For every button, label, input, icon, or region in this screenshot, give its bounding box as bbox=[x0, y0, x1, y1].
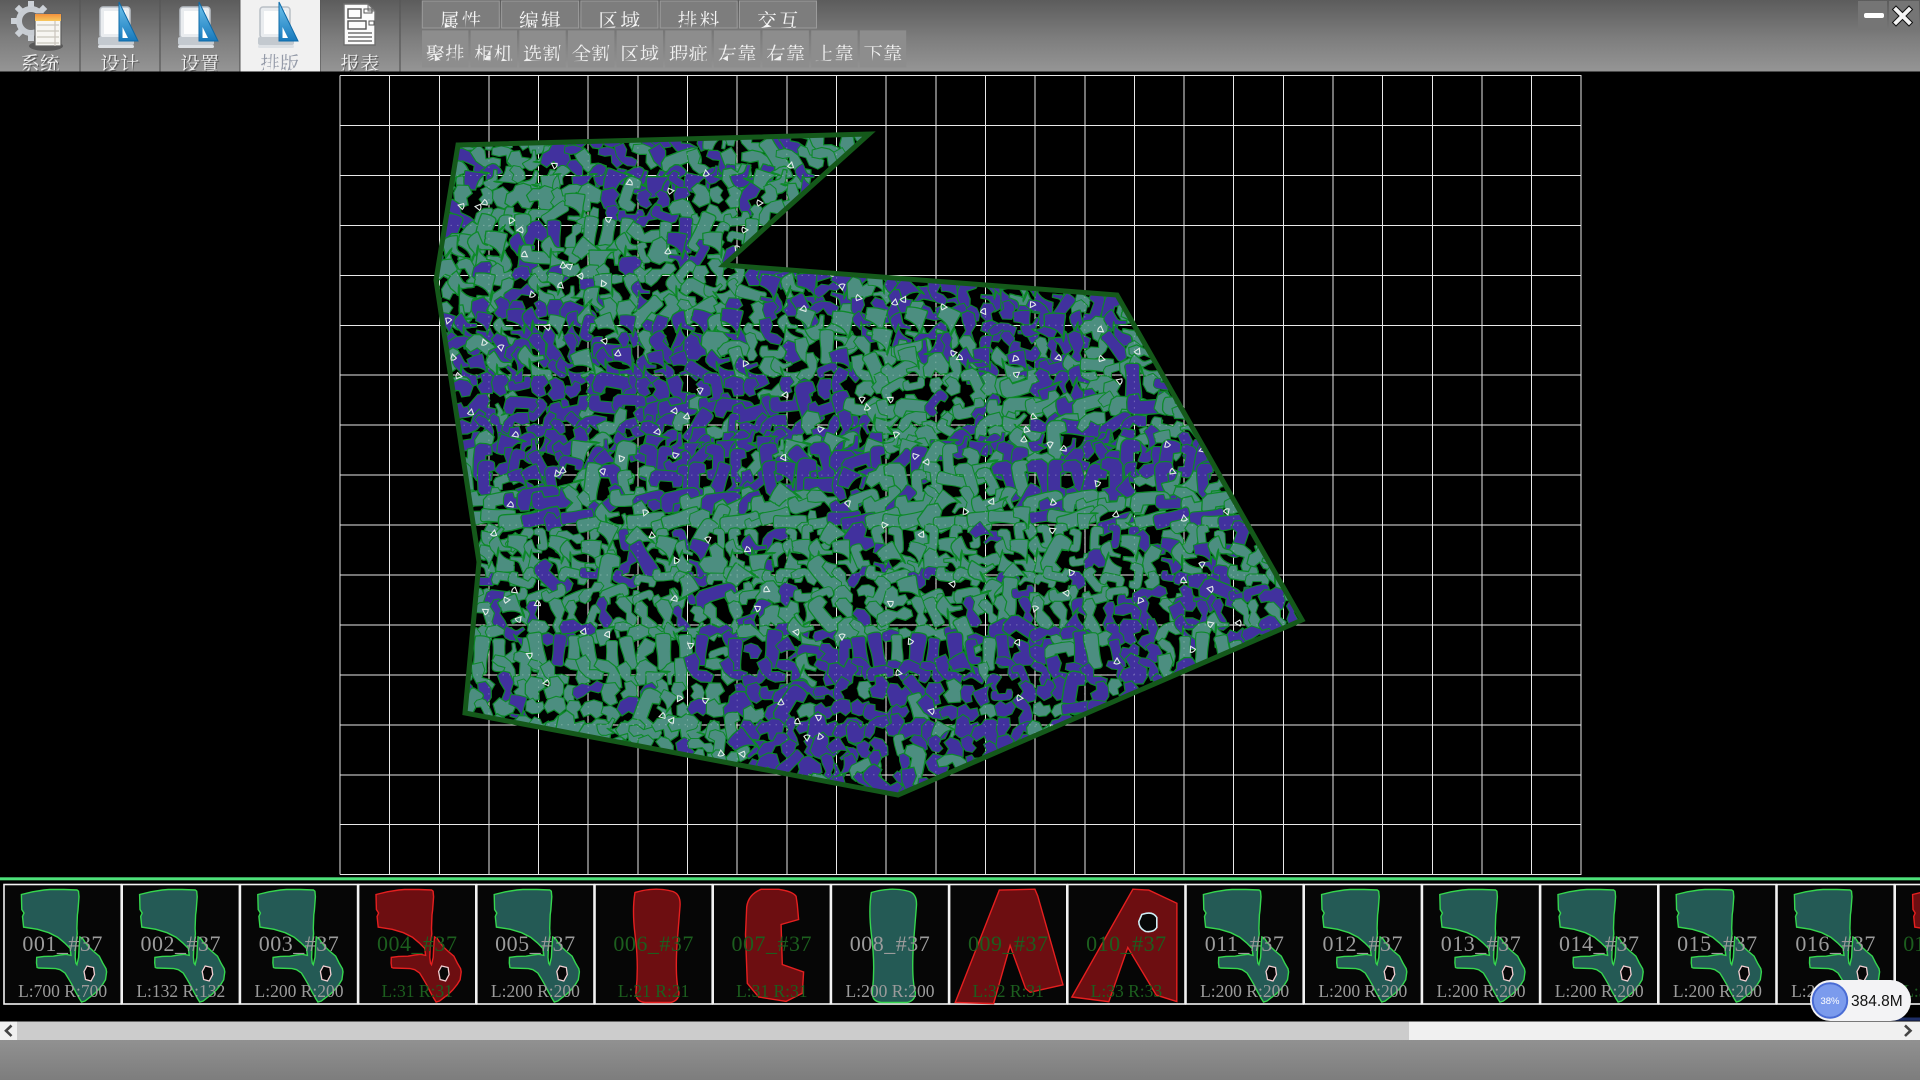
svg-text:L:31 R:31: L:31 R:31 bbox=[381, 981, 452, 1001]
svg-text:006_#37: 006_#37 bbox=[613, 931, 694, 956]
svg-text:012_#37: 012_#37 bbox=[1323, 931, 1404, 956]
svg-text:L:132 R:132: L:132 R:132 bbox=[136, 981, 225, 1001]
svg-text:L:200 R:200: L:200 R:200 bbox=[1555, 981, 1644, 1001]
svg-text:L:32 R:31: L:32 R:31 bbox=[972, 981, 1043, 1001]
svg-text:L:200 R:200: L:200 R:200 bbox=[1673, 981, 1762, 1001]
svg-text:L:200 R:200: L:200 R:200 bbox=[846, 981, 935, 1001]
svg-text:005_#37: 005_#37 bbox=[495, 931, 576, 956]
svg-text:L:700 R:700: L:700 R:700 bbox=[18, 981, 107, 1001]
svg-text:L:31 R:31: L:31 R:31 bbox=[736, 981, 807, 1001]
svg-text:014_#37: 014_#37 bbox=[1559, 931, 1640, 956]
svg-text:017_#37: 017_#37 bbox=[1903, 931, 1920, 956]
svg-text:009_#37: 009_#37 bbox=[968, 931, 1049, 956]
svg-text:016_#37: 016_#37 bbox=[1795, 931, 1876, 956]
svg-text:L:33 R:33: L:33 R:33 bbox=[1091, 981, 1163, 1001]
svg-text:L:200 R:200: L:200 R:200 bbox=[1437, 981, 1526, 1001]
svg-text:38%: 38% bbox=[1820, 996, 1840, 1007]
svg-text:L:200 R:200: L:200 R:200 bbox=[491, 981, 580, 1001]
svg-text:L:200 R:200: L:200 R:200 bbox=[1200, 981, 1289, 1001]
svg-text:L:21 R:21: L:21 R:21 bbox=[618, 981, 689, 1001]
svg-text:011_#37: 011_#37 bbox=[1205, 931, 1285, 956]
svg-text:010_#37: 010_#37 bbox=[1086, 931, 1167, 956]
svg-text:008_#37: 008_#37 bbox=[850, 931, 931, 956]
svg-text:L:200 R:200: L:200 R:200 bbox=[1318, 981, 1407, 1001]
svg-text:015_#37: 015_#37 bbox=[1677, 931, 1758, 956]
svg-text:001_#37: 001_#37 bbox=[22, 931, 103, 956]
svg-text:007_#37: 007_#37 bbox=[732, 931, 813, 956]
svg-text:013_#37: 013_#37 bbox=[1441, 931, 1522, 956]
svg-text:004_#37: 004_#37 bbox=[377, 931, 458, 956]
svg-text:L:200 R:200: L:200 R:200 bbox=[255, 981, 344, 1001]
svg-text:003_#37: 003_#37 bbox=[259, 931, 340, 956]
svg-text:002_#37: 002_#37 bbox=[141, 931, 222, 956]
svg-text:384.8M: 384.8M bbox=[1851, 993, 1903, 1010]
